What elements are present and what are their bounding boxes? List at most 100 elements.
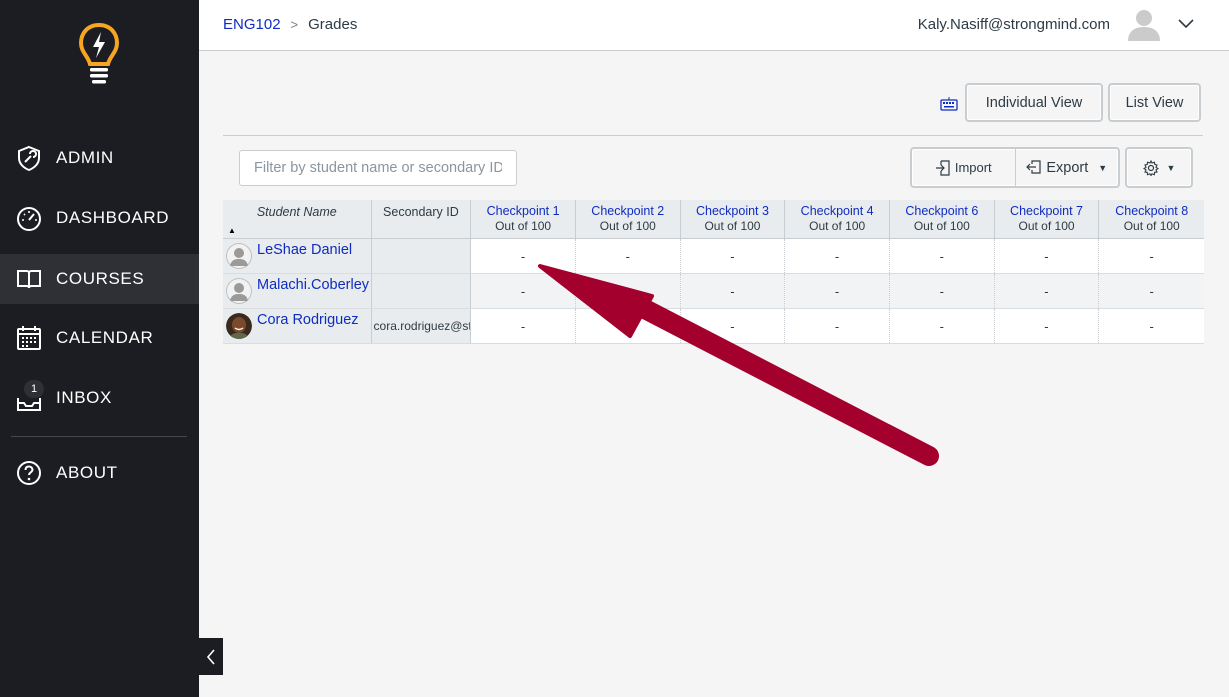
- breadcrumb-current: Grades: [308, 16, 358, 33]
- grade-cell[interactable]: -: [994, 309, 1100, 343]
- column-header-checkpoint-3[interactable]: Checkpoint 3 Out of 100: [681, 200, 786, 238]
- gear-icon: [1142, 159, 1159, 176]
- user-avatar-icon[interactable]: [1127, 7, 1161, 41]
- student-cell: Malachi.Coberley: [223, 274, 372, 308]
- column-header-checkpoint-2[interactable]: Checkpoint 2 Out of 100: [576, 200, 681, 238]
- top-bar: ENG102 > Grades Kaly.Nasiff@strongmind.c…: [199, 0, 1229, 51]
- calendar-icon: [17, 326, 41, 350]
- grade-cell[interactable]: -: [994, 274, 1100, 308]
- column-header-student-name[interactable]: Student Name ▲: [223, 200, 372, 238]
- column-header-checkpoint-8[interactable]: Checkpoint 8 Out of 100: [1099, 200, 1204, 238]
- points-possible: Out of 100: [1123, 219, 1180, 233]
- import-icon: [935, 159, 950, 176]
- column-header-secondary-id[interactable]: Secondary ID: [372, 200, 472, 238]
- sidebar-item-label: INBOX: [56, 388, 112, 407]
- grade-cell[interactable]: -: [889, 309, 995, 343]
- book-icon: [17, 270, 41, 289]
- points-possible: Out of 100: [913, 219, 970, 233]
- sidebar-item-courses[interactable]: COURSES: [0, 254, 199, 304]
- grade-cell[interactable]: -: [575, 274, 681, 308]
- individual-view-button[interactable]: Individual View: [966, 84, 1102, 121]
- points-possible: Out of 100: [599, 219, 656, 233]
- grade-cell[interactable]: -: [889, 274, 995, 308]
- grade-cell[interactable]: -: [785, 239, 890, 273]
- secondary-id-cell: cora.rodriguez@st: [371, 309, 472, 343]
- grade-cell[interactable]: -: [680, 309, 786, 343]
- column-header-checkpoint-6[interactable]: Checkpoint 6 Out of 100: [890, 200, 995, 238]
- student-name-link[interactable]: Cora Rodriguez: [257, 312, 359, 328]
- grade-cell[interactable]: -: [575, 239, 681, 273]
- grade-cell[interactable]: -: [471, 274, 576, 308]
- assignment-link[interactable]: Checkpoint 6: [890, 204, 994, 219]
- divider: [223, 135, 1203, 136]
- sidebar-item-calendar[interactable]: CALENDAR: [0, 313, 199, 363]
- points-possible: Out of 100: [495, 219, 552, 233]
- grade-cell[interactable]: -: [471, 309, 576, 343]
- assignment-link[interactable]: Checkpoint 1: [471, 204, 575, 219]
- breadcrumb-course-link[interactable]: ENG102: [223, 16, 281, 33]
- secondary-id-cell: [371, 274, 472, 308]
- grade-cell[interactable]: -: [994, 239, 1100, 273]
- export-icon: [1026, 159, 1041, 174]
- dashboard-icon: [17, 207, 41, 231]
- assignment-link[interactable]: Checkpoint 3: [681, 204, 785, 219]
- points-possible: Out of 100: [809, 219, 866, 233]
- keyboard-icon[interactable]: [940, 97, 958, 111]
- import-export-group: Import Export ▼: [911, 148, 1119, 187]
- student-name-link[interactable]: LeShae Daniel: [257, 242, 352, 258]
- import-button[interactable]: Import: [912, 149, 1015, 186]
- grade-cell[interactable]: -: [785, 309, 890, 343]
- grade-cell[interactable]: -: [1099, 274, 1204, 308]
- sidebar-item-about[interactable]: ABOUT: [0, 448, 199, 498]
- column-header-checkpoint-7[interactable]: Checkpoint 7 Out of 100: [995, 200, 1100, 238]
- sidebar-item-admin[interactable]: ADMIN: [0, 133, 199, 183]
- sidebar-item-label: ADMIN: [56, 148, 114, 167]
- column-header-checkpoint-1[interactable]: Checkpoint 1 Out of 100: [471, 200, 576, 238]
- points-possible: Out of 100: [704, 219, 761, 233]
- sidebar-item-dashboard[interactable]: DASHBOARD: [0, 193, 199, 243]
- grade-cell[interactable]: -: [575, 309, 681, 343]
- gradebook-content: Individual View List View Import Export …: [199, 51, 1229, 697]
- caret-down-icon: ▼: [1166, 162, 1176, 173]
- caret-down-icon: ▼: [1098, 162, 1108, 173]
- settings-menu-button[interactable]: ▼: [1126, 148, 1192, 187]
- table-row: Cora Rodriguez cora.rodriguez@st - - - -…: [223, 309, 1204, 344]
- breadcrumb: ENG102 > Grades: [223, 16, 357, 33]
- assignment-link[interactable]: Checkpoint 8: [1099, 204, 1204, 219]
- sidebar: ADMIN DASHBOARD COURSES CALENDAR INBOX 1: [0, 0, 199, 697]
- lightbulb-logo-icon[interactable]: [78, 22, 120, 88]
- assignment-link[interactable]: Checkpoint 7: [995, 204, 1099, 219]
- student-name-link[interactable]: Malachi.Coberley: [257, 277, 369, 293]
- user-email: Kaly.Nasiff@strongmind.com: [917, 16, 1110, 33]
- student-filter-input[interactable]: [239, 150, 517, 186]
- export-label: Export: [1046, 159, 1089, 176]
- grade-cell[interactable]: -: [680, 274, 786, 308]
- secondary-id-cell: [371, 239, 472, 273]
- student-avatar-icon: [226, 243, 252, 269]
- list-view-button[interactable]: List View: [1109, 84, 1200, 121]
- student-cell: Cora Rodriguez: [223, 309, 372, 343]
- sort-ascending-icon: ▲: [228, 226, 236, 235]
- grade-cell[interactable]: -: [889, 239, 995, 273]
- table-row: LeShae Daniel - - - - - - -: [223, 239, 1204, 274]
- question-icon: [17, 461, 41, 485]
- sidebar-item-label: ABOUT: [56, 463, 118, 482]
- grade-cell[interactable]: -: [1099, 309, 1204, 343]
- export-button[interactable]: Export ▼: [1014, 149, 1119, 186]
- grade-cell[interactable]: -: [471, 239, 576, 273]
- chevron-right-icon: >: [290, 17, 299, 32]
- column-header-label: Student Name: [256, 205, 337, 219]
- student-photo-avatar: [226, 313, 252, 339]
- student-avatar-icon: [226, 278, 252, 304]
- grade-cell[interactable]: -: [680, 239, 786, 273]
- grade-cell[interactable]: -: [1099, 239, 1204, 273]
- assignment-link[interactable]: Checkpoint 4: [785, 204, 889, 219]
- admin-icon: [18, 145, 40, 171]
- sidebar-item-label: COURSES: [56, 269, 145, 288]
- column-header-checkpoint-4[interactable]: Checkpoint 4 Out of 100: [785, 200, 890, 238]
- sidebar-divider: [11, 436, 187, 437]
- chevron-down-icon[interactable]: [1177, 16, 1195, 30]
- assignment-link[interactable]: Checkpoint 2: [576, 204, 680, 219]
- grade-cell[interactable]: -: [785, 274, 890, 308]
- inbox-count-badge: 1: [24, 380, 44, 398]
